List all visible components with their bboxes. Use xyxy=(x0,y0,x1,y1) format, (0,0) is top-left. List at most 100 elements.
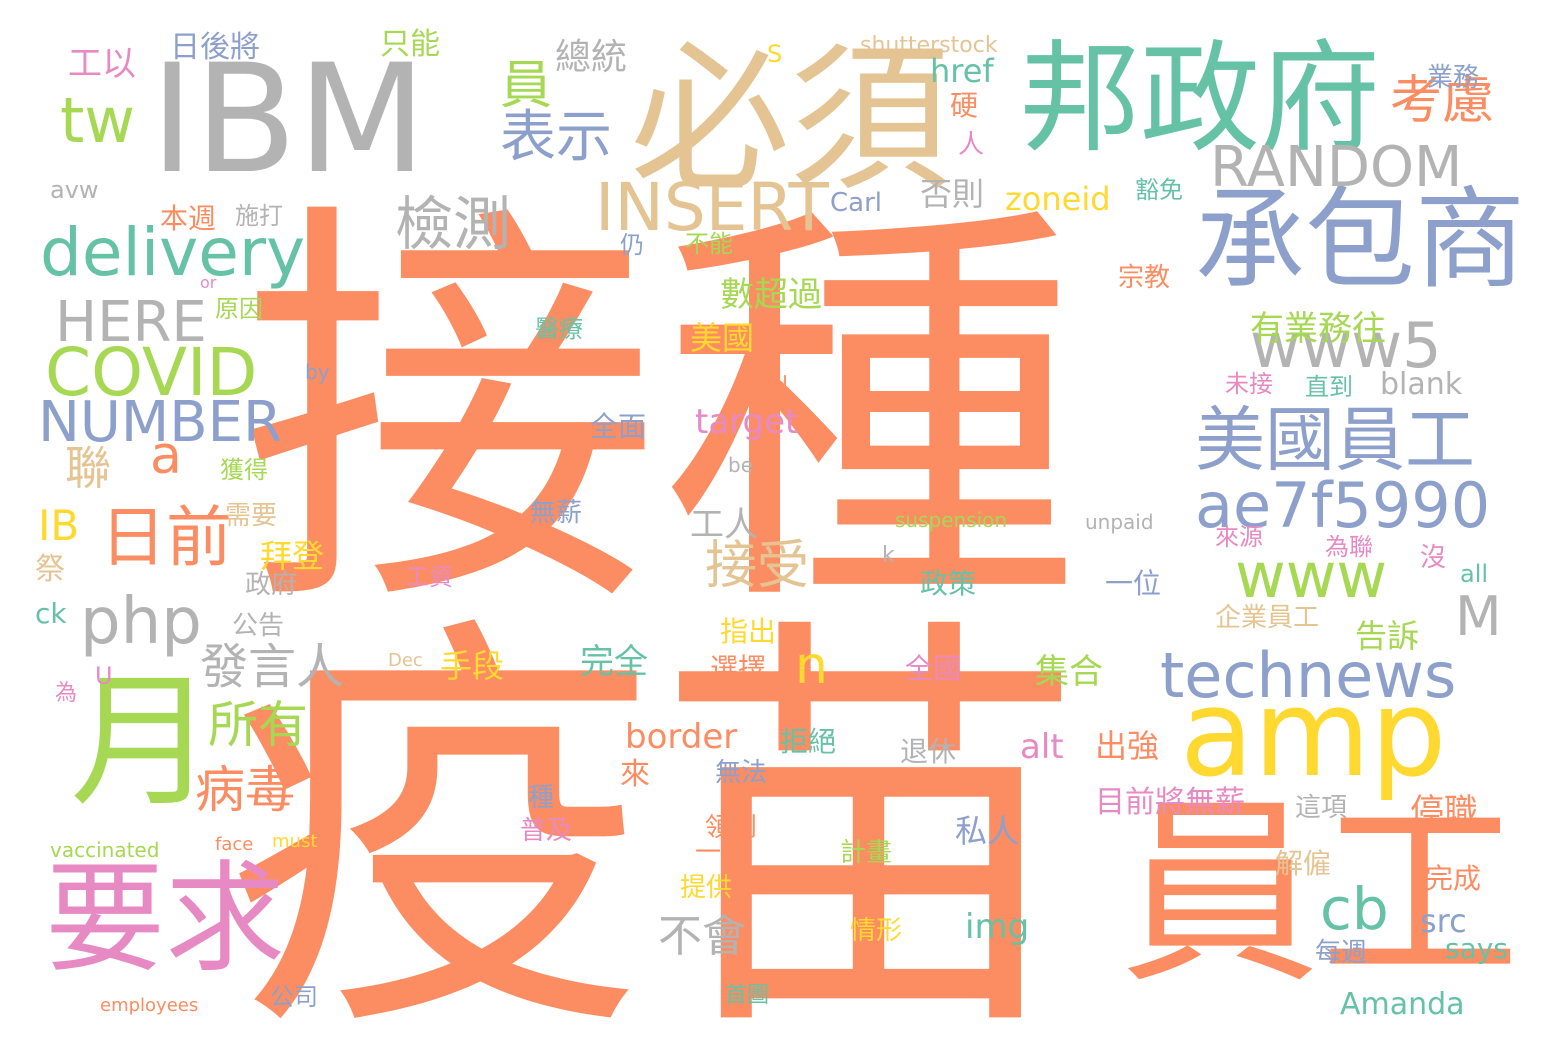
word-zh-74: 一位 xyxy=(1105,567,1162,600)
word-zh-24: 檢測 xyxy=(395,190,512,258)
word-zh-90: 普及 xyxy=(520,816,573,846)
word-ibm: IBM xyxy=(150,33,427,207)
word-php: php xyxy=(80,585,202,659)
word-a: a xyxy=(150,426,182,486)
word-zh-113: 本週 xyxy=(160,202,217,235)
word-zh-37: 發言人 xyxy=(200,639,345,695)
word-carl: Carl xyxy=(830,188,882,218)
word-zh-79: 選擇 xyxy=(710,652,767,685)
word-zh-57: 完全 xyxy=(580,642,648,682)
word-unpaid: unpaid xyxy=(1085,510,1154,534)
word-zh-44: 有業務往 xyxy=(1250,309,1386,349)
word-zh-25: 表示 xyxy=(500,105,612,170)
word-zh-107: 全面 xyxy=(590,410,647,443)
word-amanda: Amanda xyxy=(1340,987,1465,1022)
word-zh-36: 病毒 xyxy=(195,761,295,819)
word-zh-85: 提供 xyxy=(680,873,733,903)
word-alt: alt xyxy=(1020,727,1064,767)
word-zh-109: 醫療 xyxy=(535,315,583,343)
word-blank: blank xyxy=(1380,367,1463,402)
word-zh-43: 拜登 xyxy=(260,537,325,575)
word-zh-124: 只能 xyxy=(380,27,440,62)
word-zh-105: 獲得 xyxy=(220,456,268,484)
word-zh-91: 種 xyxy=(528,783,555,813)
word-zh-66: 解僱 xyxy=(1275,847,1332,880)
word-zh-111: 不能 xyxy=(685,230,733,258)
word-zh-129: 人 xyxy=(958,130,985,160)
word-here: HERE xyxy=(55,290,207,355)
word-href: href xyxy=(930,52,994,90)
word-zh-76: 全國 xyxy=(905,652,962,685)
word-zh-75: 政策 xyxy=(920,567,977,600)
word-border: border xyxy=(625,717,738,757)
word-zh-71: 沒 xyxy=(1420,543,1447,573)
word-zh-99: 公告 xyxy=(232,611,285,641)
word-zh-86: 計畫 xyxy=(840,838,893,868)
word-must: must xyxy=(272,831,318,852)
word-zh-61: 私人 xyxy=(955,812,1020,850)
word-says: says xyxy=(1445,932,1508,965)
word-zh-106: 無薪 xyxy=(530,498,583,528)
word-zh-70: 為聯 xyxy=(1325,533,1373,561)
word-employees: employees xyxy=(100,995,199,1016)
word-zh-102: 政府 xyxy=(245,570,298,600)
word-zh-73: 來源 xyxy=(1215,523,1263,551)
word-zh-127: 業務 xyxy=(1427,63,1480,93)
word-zh-108: 福利 xyxy=(740,373,788,401)
word-s: S xyxy=(767,40,783,68)
word-m: M xyxy=(1455,585,1502,648)
word-zh-67: 每週 xyxy=(1315,938,1368,968)
word-zh-42: 工人 xyxy=(690,505,758,545)
word-dec: Dec xyxy=(388,650,423,671)
word-zh-110: 仍 xyxy=(620,231,644,259)
word-zh-23: 日前 xyxy=(100,499,232,576)
word-target: target xyxy=(695,402,799,442)
word-zh-133: 直到 xyxy=(1305,373,1353,401)
word-avw: avw xyxy=(50,176,99,204)
word-face: face xyxy=(215,834,254,855)
word-zh-50: 否則 xyxy=(920,175,985,213)
word-zh-38: 不會 xyxy=(658,911,746,962)
word-zh-68: 這項 xyxy=(1295,793,1348,823)
word-zh-60: 出強 xyxy=(1095,727,1160,765)
word-zoneid: zoneid xyxy=(1005,180,1111,218)
word-ib: IB xyxy=(38,501,80,550)
word-all: all xyxy=(1460,560,1489,588)
word-be: be xyxy=(728,453,753,477)
word-zh-115: 原因 xyxy=(215,295,263,323)
word-zh-78: 拒絕 xyxy=(780,725,837,758)
word-zh-41: 美國 xyxy=(690,319,755,357)
word-zh-80: 指出 xyxy=(720,615,777,648)
word-zh-8: 要求 xyxy=(45,850,285,989)
word-zh-65: 完成 xyxy=(1425,862,1482,895)
word-cb: cb xyxy=(1320,875,1389,943)
word-zh-9: 月 xyxy=(70,658,215,827)
word-zh-0: 接種 xyxy=(240,170,1080,659)
word-zh-123: 日後將 xyxy=(170,30,260,65)
word-zh-112: 施打 xyxy=(235,202,283,230)
word-zh-69: 企業員工 xyxy=(1215,603,1320,633)
word-zh-88: 首圖 xyxy=(725,983,770,1008)
word-cloud: 接種 疫苗 IBM 必須 邦政府 員工 承包商 amp 要求月 technews 美國員工 ae7f5… xyxy=(0,0,1548,1052)
word-zh-39: 總統 xyxy=(555,37,628,78)
word-zh-84: 一次 xyxy=(695,838,748,868)
word-zh-131: 宗教 xyxy=(1118,263,1171,293)
word-or: or xyxy=(200,273,217,292)
word-u: U xyxy=(95,662,113,690)
word-zh-103: 工資 xyxy=(405,563,453,591)
word-suspension: suspension xyxy=(895,508,1008,532)
word-zh-82: 來 xyxy=(620,757,650,792)
word-zh-28: 接受 xyxy=(705,536,810,596)
word-zh-130: 豁免 xyxy=(1135,176,1183,204)
word-k: k xyxy=(882,543,895,568)
word-n: n xyxy=(795,636,828,696)
word-zh-122: 工以 xyxy=(68,44,136,84)
word-shutterstock: shutterstock xyxy=(860,33,998,58)
word-zh-26: 員 xyxy=(500,56,553,116)
word-zh-81: 無法 xyxy=(715,758,768,788)
word-zh-59: 集合 xyxy=(1035,652,1103,692)
word-zh-11: 美國員工 xyxy=(1195,399,1475,481)
word-zh-96: 為 xyxy=(55,681,78,706)
word-vaccinated: vaccinated xyxy=(50,838,160,862)
word-ck: ck xyxy=(35,597,67,630)
